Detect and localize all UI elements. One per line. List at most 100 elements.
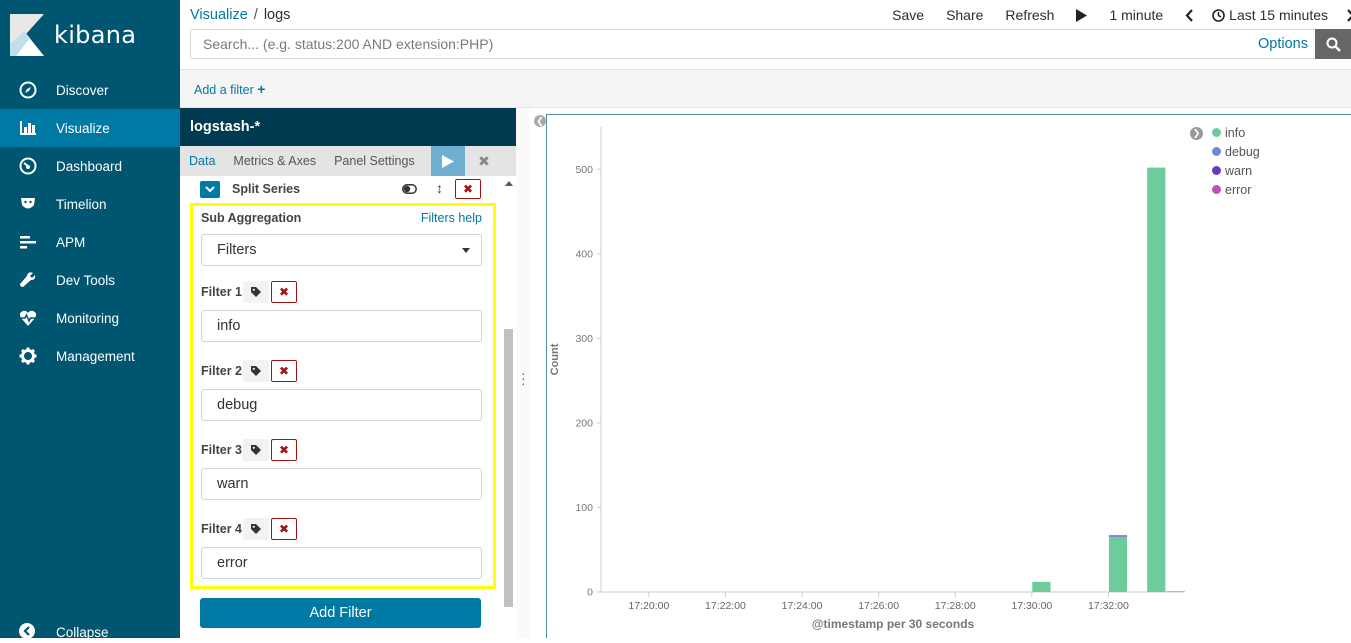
editor-content: Split Series ↕ ✖ Sub Aggregation Filters… <box>180 176 516 638</box>
filter-block-4: Filter 4 ✖ <box>201 518 482 579</box>
filter-bar: Add a filter + <box>180 70 1351 108</box>
filter-input[interactable] <box>201 547 482 579</box>
sidebar-item-label: APM <box>56 234 86 250</box>
sub-aggregation-value: Filters <box>217 242 257 258</box>
panel-resizer[interactable]: · · · <box>516 108 530 638</box>
scroll-up-arrow-icon[interactable] <box>505 181 513 186</box>
search-icon <box>1326 37 1341 52</box>
filter-input[interactable] <box>201 310 482 342</box>
breadcrumb-current: logs <box>263 7 291 23</box>
sidebar: kibana Discover Visualize Dashboard Time… <box>0 0 180 640</box>
close-icon: ✖ <box>278 364 290 378</box>
discard-changes-button[interactable]: ✖ <box>472 146 496 176</box>
refresh-interval[interactable]: 1 minute <box>1109 7 1163 23</box>
legend-label: error <box>1225 182 1252 197</box>
remove-filter-button[interactable]: ✖ <box>271 518 297 540</box>
filter-label-button[interactable] <box>243 518 269 540</box>
filter-header: Filter 2 ✖ <box>201 360 297 382</box>
refresh-button[interactable]: Refresh <box>1005 7 1054 23</box>
legend-item-info[interactable]: info <box>1212 123 1245 142</box>
compass-icon <box>18 80 38 100</box>
toggle-agg-icon[interactable] <box>402 181 417 199</box>
y-tick-label: 0 <box>587 587 593 599</box>
sidebar-item-dev-tools[interactable]: Dev Tools <box>0 261 180 299</box>
apm-icon <box>18 232 38 252</box>
search-options-link[interactable]: Options <box>1258 36 1308 52</box>
filter-label-button[interactable] <box>243 360 269 382</box>
filter-label-button[interactable] <box>243 439 269 461</box>
sidebar-item-label: Dashboard <box>56 158 123 174</box>
legend-item-error[interactable]: error <box>1212 180 1251 199</box>
search-input[interactable] <box>191 30 1231 58</box>
filter-label: Filter 1 <box>201 285 242 299</box>
legend-label: info <box>1225 125 1246 140</box>
sidebar-item-dashboard[interactable]: Dashboard <box>0 147 180 185</box>
chevron-right-icon[interactable] <box>1346 8 1351 22</box>
filters-help-link[interactable]: Filters help <box>421 211 482 225</box>
sidebar-item-timelion[interactable]: Timelion <box>0 185 180 223</box>
y-tick-label: 300 <box>575 333 593 345</box>
sub-aggregation-select[interactable]: Filters <box>201 234 482 266</box>
editor-scrollbar[interactable] <box>503 179 514 609</box>
remove-filter-button[interactable]: ✖ <box>271 281 297 303</box>
breadcrumb-visualize-link[interactable]: Visualize <box>190 7 248 23</box>
chevron-left-icon[interactable] <box>1185 8 1194 22</box>
sidebar-item-management[interactable]: Management <box>0 337 180 375</box>
time-picker[interactable]: Last 15 minutes <box>1212 7 1328 23</box>
plus-icon: + <box>257 81 266 97</box>
bar-chart-icon <box>18 118 38 138</box>
sidebar-item-label: Dev Tools <box>56 272 116 288</box>
sidebar-item-apm[interactable]: APM <box>0 223 180 261</box>
kibana-logo[interactable]: kibana <box>10 14 136 56</box>
split-series-header: Split Series ↕ ✖ <box>200 179 486 199</box>
vis-editor-sidebar: logstash-* Data Metrics & Axes Panel Set… <box>180 108 516 638</box>
collapse-editor-icon[interactable]: ❮ <box>534 115 546 127</box>
reorder-icon[interactable]: ↕ <box>436 180 443 196</box>
remove-split-series-button[interactable]: ✖ <box>455 179 481 199</box>
search-button[interactable] <box>1315 29 1351 59</box>
play-icon <box>442 154 454 168</box>
kibana-logo-icon <box>10 14 44 56</box>
chevron-down-icon <box>205 185 215 192</box>
filter-header: Filter 4 ✖ <box>201 518 297 540</box>
tab-data[interactable]: Data <box>180 146 224 176</box>
x-tick-label: 17:24:00 <box>782 600 823 612</box>
save-button[interactable]: Save <box>892 7 924 23</box>
search-bar: Options <box>190 29 1351 59</box>
y-tick-label: 200 <box>575 417 593 429</box>
sub-aggregation-panel: Sub Aggregation Filters help Filters Fil… <box>190 203 496 589</box>
collapse-sidebar-button[interactable]: Collapse <box>18 622 109 642</box>
legend-item-debug[interactable]: debug <box>1212 142 1260 161</box>
sidebar-item-label: Timelion <box>56 196 107 212</box>
play-icon[interactable] <box>1076 8 1088 22</box>
x-tick-label: 17:28:00 <box>935 600 976 612</box>
scrollbar-thumb[interactable] <box>504 329 513 607</box>
sidebar-item-discover[interactable]: Discover <box>0 71 180 109</box>
bar-info <box>1147 167 1166 592</box>
sidebar-item-label: Management <box>56 348 135 364</box>
legend-dot-icon <box>1212 128 1221 137</box>
filter-input[interactable] <box>201 389 482 421</box>
add-a-filter-link[interactable]: Add a filter + <box>194 81 265 97</box>
drag-handle-icon: · · · <box>521 365 526 391</box>
timelion-icon <box>18 194 38 214</box>
toggle-split-series-button[interactable] <box>200 180 220 198</box>
legend-toggle-icon[interactable]: ❯ <box>1190 127 1203 140</box>
share-button[interactable]: Share <box>946 7 983 23</box>
remove-filter-button[interactable]: ✖ <box>271 360 297 382</box>
filter-label-button[interactable] <box>243 281 269 303</box>
tab-panel-settings[interactable]: Panel Settings <box>325 146 424 176</box>
sidebar-item-monitoring[interactable]: Monitoring <box>0 299 180 337</box>
filter-input[interactable] <box>201 468 482 500</box>
sidebar-item-visualize[interactable]: Visualize <box>0 109 180 147</box>
legend-item-warn[interactable]: warn <box>1212 161 1252 180</box>
y-tick-label: 100 <box>575 502 593 514</box>
filter-label: Filter 3 <box>201 443 242 457</box>
sidebar-item-label: Visualize <box>56 120 110 136</box>
add-filter-button[interactable]: Add Filter <box>200 598 481 628</box>
apply-changes-button[interactable] <box>431 146 465 176</box>
breadcrumb-separator: / <box>253 7 258 23</box>
legend-label: debug <box>1225 144 1260 159</box>
tab-metrics-axes[interactable]: Metrics & Axes <box>224 146 325 176</box>
remove-filter-button[interactable]: ✖ <box>271 439 297 461</box>
